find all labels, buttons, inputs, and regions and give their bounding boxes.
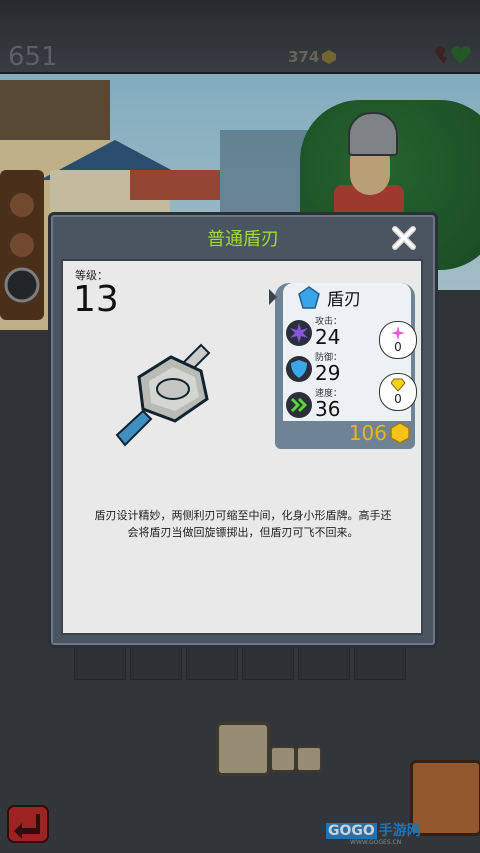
defense-value: 29 — [315, 361, 341, 385]
blue-shield-icon — [286, 355, 312, 382]
stats-card: 盾刃 攻击： 24 防御： 29 速度： 36 0 0 106 — [269, 283, 417, 449]
item-detail-dialog: 普通盾刃 等级： 13 盾刃 攻击： 24 防御： 29 速度： 36 0 0 … — [48, 212, 438, 648]
stat-speed: 速度： 36 — [285, 389, 342, 420]
bonus-gem: 0 — [379, 373, 417, 411]
speed-value: 36 — [315, 397, 341, 421]
stat-defense: 防御： 29 — [285, 353, 342, 384]
pink-star-icon — [391, 326, 405, 340]
item-panel: 等级： 13 盾刃 攻击： 24 防御： 29 速度： 36 0 0 106 盾… — [61, 259, 423, 635]
shield-blade-icon — [115, 343, 211, 447]
gold-coin-icon — [390, 422, 410, 444]
item-name: 盾刃 — [327, 290, 361, 310]
close-icon — [392, 226, 416, 250]
item-title: 普通盾刃 — [207, 229, 279, 250]
price: 106 — [349, 421, 411, 445]
item-name-row: 盾刃 — [297, 285, 361, 310]
level-value: 13 — [73, 279, 119, 320]
close-button[interactable] — [389, 223, 419, 253]
pointer-triangle — [269, 289, 277, 305]
stats-inner: 盾刃 攻击： 24 防御： 29 速度： 36 0 0 — [283, 283, 417, 421]
bonus-star: 0 — [379, 321, 417, 359]
bonus-gem-value: 0 — [394, 392, 402, 406]
yellow-gem-icon — [391, 378, 405, 392]
stat-attack: 攻击： 24 — [285, 317, 342, 348]
item-description: 盾刃设计精妙，两侧利刃可缩至中间，化身小形盾牌。高手还会将盾刃当做回旋镖掷出，但… — [94, 509, 392, 539]
blue-crystal-icon — [298, 285, 320, 309]
price-value: 106 — [348, 421, 387, 445]
green-chevron-icon — [286, 391, 312, 418]
attack-value: 24 — [315, 325, 341, 349]
bonus-star-value: 0 — [394, 340, 402, 354]
purple-burst-icon — [286, 319, 312, 346]
